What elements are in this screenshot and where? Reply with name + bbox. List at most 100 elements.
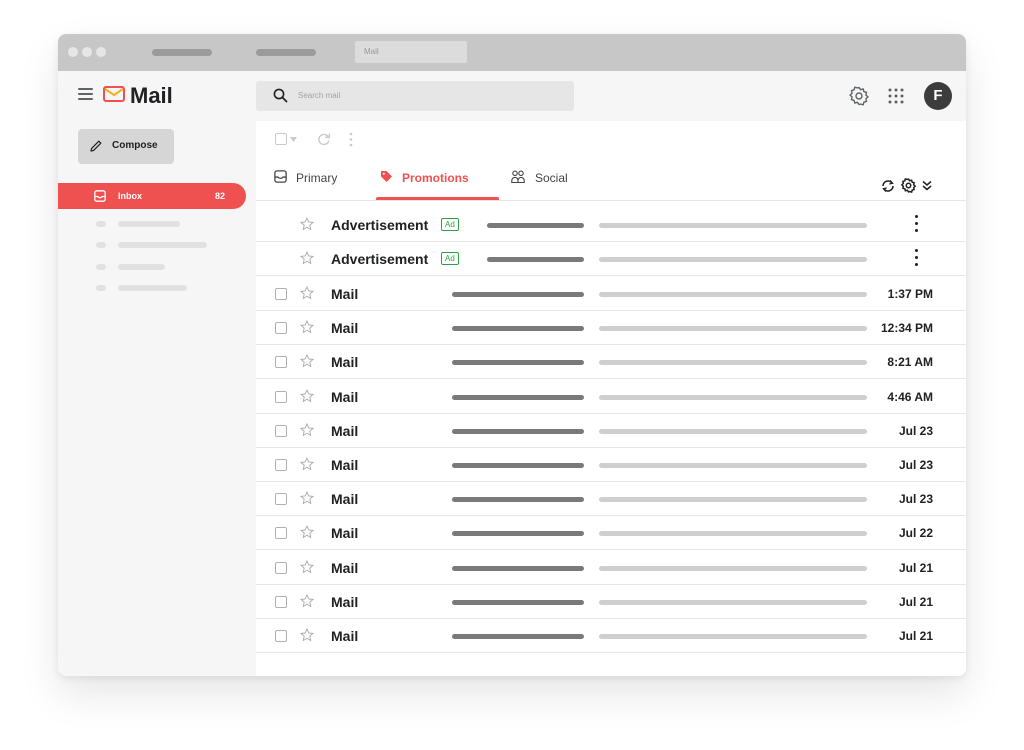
row-checkbox[interactable]	[275, 527, 287, 540]
email-row[interactable]: Mail 1:37 PM	[256, 277, 966, 311]
email-time: 8:21 AM	[887, 355, 933, 370]
row-checkbox[interactable]	[275, 322, 287, 335]
sidebar-item-placeholder[interactable]	[118, 264, 165, 270]
settings-gear-icon[interactable]	[849, 86, 869, 106]
email-sender: Mail	[331, 491, 359, 508]
star-icon[interactable]	[300, 491, 314, 505]
star-icon[interactable]	[300, 559, 314, 574]
sidebar-item-placeholder-icon	[96, 221, 106, 227]
email-time: Jul 21	[898, 629, 933, 643]
email-row[interactable]: Mail Jul 21	[256, 585, 966, 619]
email-row[interactable]: Mail Jul 22	[256, 516, 966, 551]
browser-tab-placeholder[interactable]	[256, 49, 316, 56]
tab-promotions[interactable]: Promotions	[380, 162, 492, 200]
sidebar-item-inbox[interactable]: Inbox 82	[58, 183, 246, 209]
email-row[interactable]: Mail Jul 21	[256, 551, 966, 585]
preview-placeholder	[599, 428, 867, 434]
email-row[interactable]: Mail Jul 23	[256, 482, 966, 517]
ad-row[interactable]: Advertisement Ad	[256, 208, 966, 242]
preview-placeholder	[599, 634, 867, 639]
row-checkbox[interactable]	[275, 356, 287, 369]
email-time: Jul 21	[898, 560, 933, 575]
window-maximize-button[interactable]	[96, 47, 106, 57]
subject-placeholder	[452, 326, 584, 332]
tab-social[interactable]: Social	[511, 162, 581, 200]
tab-primary[interactable]: Primary	[274, 162, 344, 200]
sidebar-item-placeholder[interactable]	[118, 285, 187, 291]
subject-placeholder	[452, 292, 584, 297]
window-close-button[interactable]	[68, 47, 78, 57]
email-time: Jul 23	[898, 492, 933, 507]
row-checkbox[interactable]	[275, 561, 287, 574]
more-vert-icon[interactable]	[349, 132, 353, 147]
star-icon[interactable]	[300, 593, 314, 608]
row-checkbox[interactable]	[275, 424, 287, 437]
ad-badge: Ad	[441, 252, 459, 265]
chevron-down-icon[interactable]	[290, 137, 297, 142]
email-time: Jul 23	[898, 458, 933, 472]
email-row[interactable]: Mail Jul 21	[256, 619, 966, 653]
star-icon[interactable]	[300, 354, 314, 368]
select-all-checkbox[interactable]	[275, 133, 287, 145]
star-icon[interactable]	[300, 388, 314, 403]
settings-small-icon[interactable]	[901, 178, 916, 193]
sidebar-item-label: Inbox	[118, 191, 142, 201]
preview-placeholder	[599, 394, 867, 400]
row-checkbox[interactable]	[275, 288, 287, 300]
email-row[interactable]: Mail 8:21 AM	[256, 345, 966, 380]
refresh-icon[interactable]	[317, 132, 331, 146]
mail-list-panel: Primary Promotions Social Advertisement …	[256, 121, 966, 676]
apps-grid-icon[interactable]	[887, 87, 905, 105]
preview-placeholder	[599, 599, 867, 605]
sidebar-item-placeholder[interactable]	[118, 242, 207, 248]
account-avatar[interactable]: F	[924, 82, 952, 110]
email-row[interactable]: Mail 12:34 PM	[256, 311, 966, 346]
sidebar-item-placeholder[interactable]	[118, 221, 180, 227]
window-minimize-button[interactable]	[82, 47, 92, 57]
row-checkbox[interactable]	[275, 459, 287, 471]
email-time: 4:46 AM	[887, 389, 933, 404]
subject-placeholder	[452, 428, 584, 434]
row-checkbox[interactable]	[275, 595, 287, 608]
expand-double-chevron-icon[interactable]	[922, 180, 932, 191]
inbox-icon	[274, 170, 287, 183]
subject-placeholder	[452, 599, 584, 605]
preview-placeholder	[599, 463, 867, 468]
hamburger-menu-icon[interactable]	[78, 88, 93, 100]
ad-badge: Ad	[441, 218, 459, 231]
email-time: 12:34 PM	[880, 321, 933, 336]
subject-placeholder	[487, 257, 584, 262]
ad-row[interactable]: Advertisement Ad	[256, 242, 966, 276]
subject-placeholder	[452, 497, 584, 503]
email-row[interactable]: Mail Jul 23	[256, 448, 966, 482]
search-input[interactable]: Search mail	[256, 81, 574, 111]
inbox-unread-count: 82	[215, 191, 226, 201]
email-time: Jul 22	[898, 526, 933, 541]
star-icon[interactable]	[300, 525, 314, 539]
email-row[interactable]: Mail Jul 23	[256, 414, 966, 448]
sync-icon[interactable]	[881, 179, 895, 193]
ad-more-options-icon[interactable]	[915, 249, 919, 267]
row-checkbox[interactable]	[275, 493, 287, 506]
email-row[interactable]: Mail 4:46 AM	[256, 380, 966, 414]
subject-placeholder	[452, 394, 584, 400]
subject-placeholder	[452, 360, 584, 366]
star-icon[interactable]	[300, 457, 314, 471]
star-icon[interactable]	[300, 286, 314, 300]
star-icon[interactable]	[300, 251, 314, 265]
ad-more-options-icon[interactable]	[915, 215, 919, 233]
star-icon[interactable]	[300, 422, 314, 437]
email-sender: Mail	[331, 354, 359, 371]
star-icon[interactable]	[300, 628, 314, 642]
email-time: 1:37 PM	[887, 287, 933, 301]
browser-tab-mail[interactable]: Mail	[355, 41, 467, 63]
row-checkbox[interactable]	[275, 390, 287, 403]
compose-button[interactable]: Compose	[78, 129, 174, 164]
browser-titlebar: Mail	[58, 34, 966, 71]
ad-sender: Advertisement	[331, 251, 429, 267]
star-icon[interactable]	[300, 320, 314, 334]
tab-label: Promotions	[402, 171, 469, 185]
star-icon[interactable]	[300, 217, 314, 231]
email-sender: Mail	[331, 559, 359, 576]
row-checkbox[interactable]	[275, 630, 287, 642]
